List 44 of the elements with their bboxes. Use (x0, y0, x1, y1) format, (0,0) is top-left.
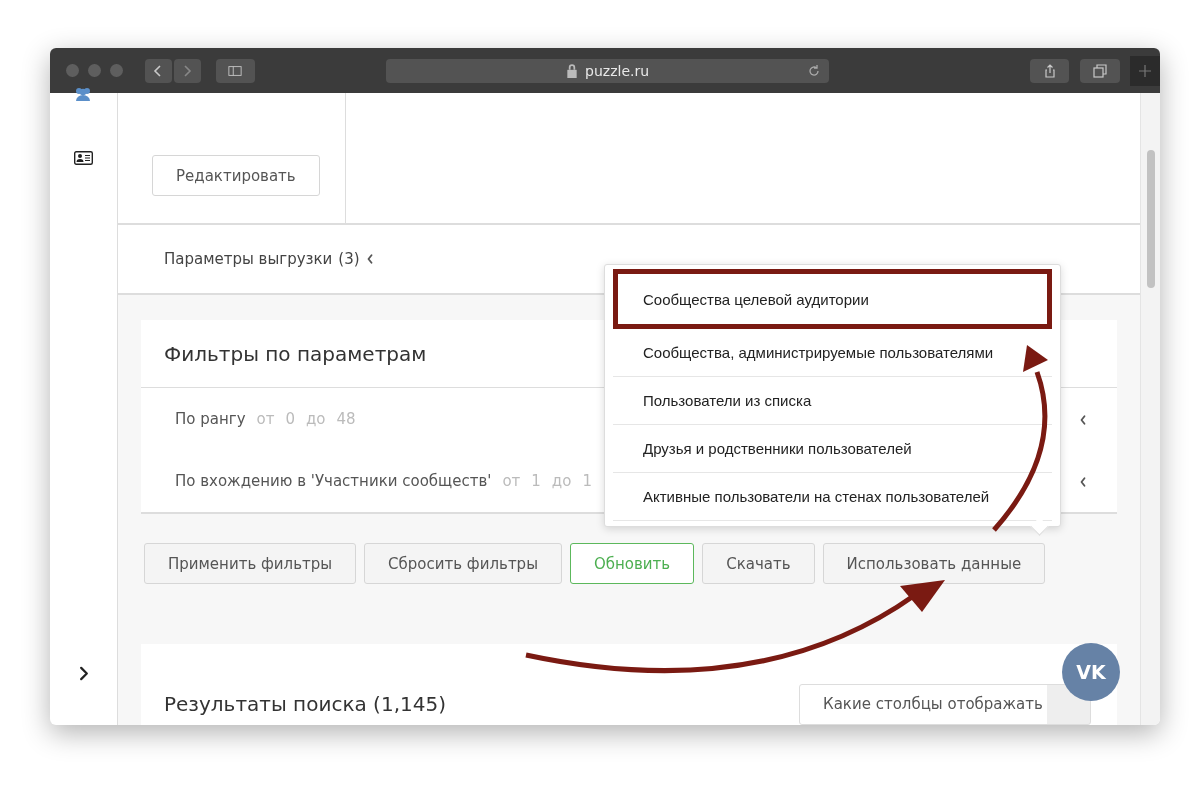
to-value: 1 (582, 472, 592, 490)
tabs-icon (1093, 63, 1108, 78)
action-button[interactable]: Использовать данные (822, 543, 1046, 584)
plus-icon (1138, 63, 1153, 78)
scrollbar[interactable] (1140, 93, 1160, 725)
forward-button[interactable] (173, 58, 201, 83)
edit-button[interactable]: Редактировать (152, 155, 320, 196)
menu-item[interactable]: Активные пользователи на стенах пользователей (613, 473, 1052, 521)
to-label: до (551, 472, 572, 490)
people-icon[interactable] (74, 87, 92, 101)
reload-icon[interactable] (806, 63, 821, 78)
expand-sidebar-icon[interactable] (79, 666, 89, 681)
scrollbar-thumb[interactable] (1147, 150, 1155, 288)
share-button[interactable] (1029, 58, 1070, 83)
action-button[interactable]: Скачать (702, 543, 815, 584)
sidebar-icon (228, 63, 243, 78)
filter-label: По рангу (175, 410, 246, 428)
tabs-overview-button[interactable] (1080, 58, 1121, 83)
action-button[interactable]: Сбросить фильтры (364, 543, 562, 584)
menu-item[interactable]: Пользователи из списка (613, 377, 1052, 425)
to-value: 48 (336, 410, 356, 428)
results-title: Результаты поиска (1,145) (164, 692, 446, 716)
lock-icon (565, 63, 580, 78)
filter-label: По вхождению в 'Участники сообществ' (175, 472, 492, 490)
from-label: от (502, 472, 521, 490)
menu-item[interactable]: Друзья и родственники пользователей (613, 425, 1052, 473)
filters-title: Фильтры по параметрам (164, 341, 427, 366)
back-button[interactable] (144, 58, 172, 83)
export-params-count: (3) (338, 250, 360, 268)
from-value: 0 (285, 410, 295, 428)
from-value: 1 (531, 472, 541, 490)
sidebar-toggle-button[interactable] (215, 58, 255, 83)
columns-button[interactable]: Какие столбцы отображать (799, 683, 1091, 725)
collapse-chevron-icon[interactable] (365, 253, 374, 265)
id-card-icon[interactable] (74, 151, 93, 165)
from-label: от (256, 410, 275, 428)
expand-chevron-icon[interactable] (1079, 476, 1087, 488)
to-label: до (306, 410, 326, 428)
expand-chevron-icon[interactable] (1079, 414, 1087, 426)
menu-item[interactable]: Сообщества целевой аудитории (613, 269, 1052, 329)
share-icon (1042, 63, 1057, 78)
address-bar[interactable]: puzzle.ru (385, 58, 829, 83)
export-params-label[interactable]: Параметры выгрузки (164, 250, 333, 268)
action-button[interactable]: Применить фильтры (144, 543, 357, 584)
